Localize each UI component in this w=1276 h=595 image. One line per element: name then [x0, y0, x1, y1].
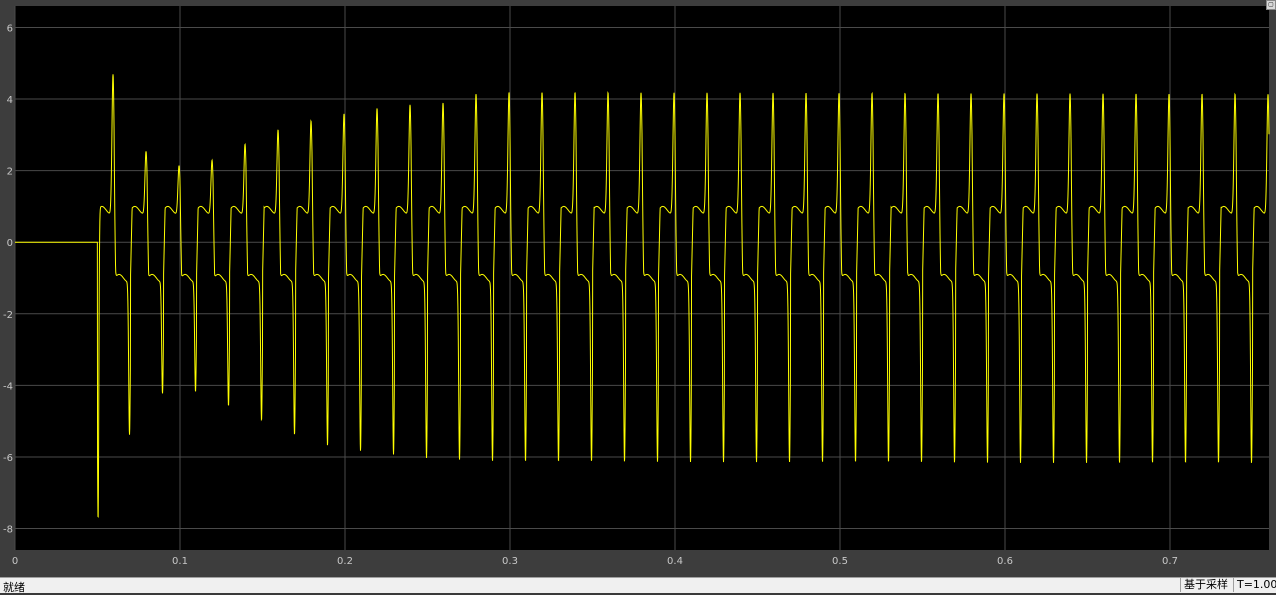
y-tick-label: -6	[3, 453, 13, 464]
scope-plot[interactable]: 0 0.1 0.2 0.3 0.4 0.5 0.6 0.7 6 4 2 0 -2 -4 -6 -8	[0, 0, 1276, 577]
y-tick-label: 0	[7, 238, 13, 249]
x-tick-label: 0.6	[997, 556, 1013, 567]
y-tick-label: -2	[3, 310, 13, 321]
y-tick-label: 2	[7, 167, 13, 178]
x-tick-label: 0.3	[502, 556, 518, 567]
scope-window: 0 0.1 0.2 0.3 0.4 0.5 0.6 0.7 6 4 2 0 -2 -4 -6 -8 ▢	[0, 0, 1276, 592]
restore-icon[interactable]: ▢	[1266, 0, 1276, 10]
y-tick-label: 6	[7, 23, 13, 34]
x-tick-label: 0	[12, 556, 18, 567]
status-text: 就绪	[3, 581, 25, 594]
status-bar: 就绪 基于采样 T=1.000	[0, 577, 1276, 594]
x-tick-label: 0.2	[337, 556, 353, 567]
sim-time-indicator: T=1.000	[1233, 578, 1276, 592]
sample-mode-indicator: 基于采样	[1180, 578, 1232, 592]
y-tick-label: -8	[3, 525, 13, 536]
x-tick-label: 0.7	[1162, 556, 1178, 567]
x-tick-label: 0.5	[832, 556, 848, 567]
y-tick-label: 4	[7, 95, 13, 106]
x-tick-label: 0.1	[172, 556, 188, 567]
y-tick-label: -4	[3, 381, 13, 392]
x-tick-label: 0.4	[667, 556, 683, 567]
